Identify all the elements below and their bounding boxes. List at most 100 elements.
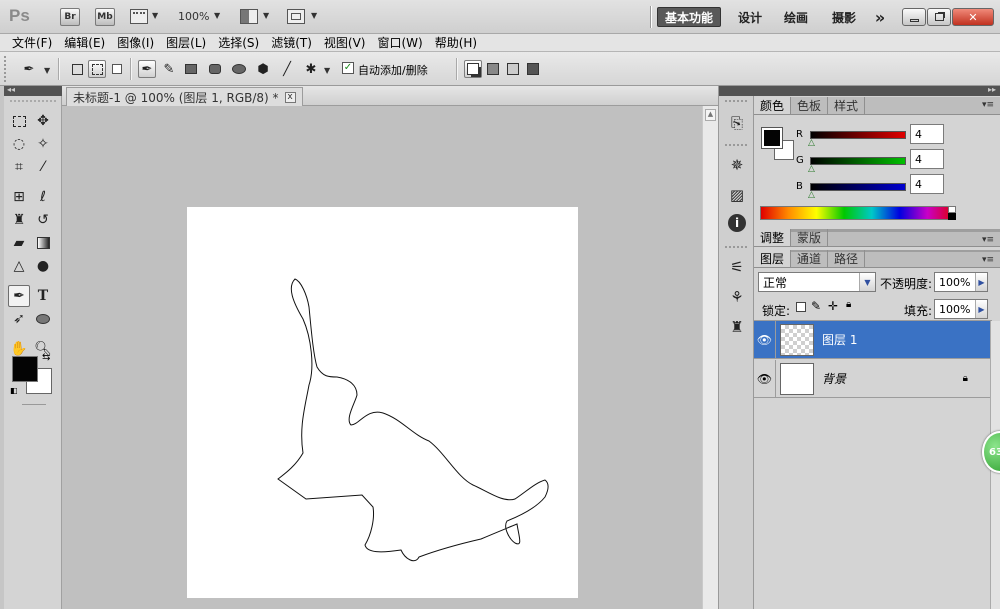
menu-edit[interactable]: 编辑(E) bbox=[64, 34, 105, 51]
slider-thumb-icon[interactable]: △ bbox=[808, 190, 815, 200]
arrange-documents-icon[interactable] bbox=[240, 9, 258, 24]
lock-position-icon[interactable]: ✛ bbox=[828, 299, 838, 313]
chevron-down-icon[interactable]: ▼ bbox=[214, 11, 220, 20]
intersect-paths-icon[interactable] bbox=[504, 60, 522, 78]
ellipse-tool-icon[interactable] bbox=[230, 60, 248, 78]
strip-header[interactable] bbox=[719, 86, 755, 96]
green-slider[interactable] bbox=[810, 157, 906, 165]
fill-field[interactable]: 100% ▶ bbox=[934, 299, 988, 319]
brush-tool-icon[interactable]: ℓ bbox=[32, 186, 54, 208]
more-workspaces-button[interactable]: » bbox=[870, 7, 890, 27]
clone-stamp-icon[interactable]: ♜ bbox=[8, 209, 30, 231]
grip-handle[interactable] bbox=[4, 56, 10, 82]
opacity-field[interactable]: 100% ▶ bbox=[934, 272, 988, 292]
pen-tool-preset-icon[interactable]: ✒ bbox=[20, 60, 38, 78]
grip-handle[interactable] bbox=[10, 100, 56, 106]
restore-button[interactable] bbox=[927, 8, 951, 26]
chevron-down-icon[interactable]: ▼ bbox=[311, 11, 317, 20]
eye-icon[interactable]: 👁︎ bbox=[754, 359, 776, 398]
type-tool-icon[interactable]: T bbox=[32, 285, 54, 307]
vertical-scrollbar[interactable]: ▲ bbox=[702, 106, 718, 609]
brush-panel-icon[interactable]: ⚘ bbox=[726, 286, 748, 308]
exclude-paths-icon[interactable] bbox=[524, 60, 542, 78]
combine-paths-icon[interactable] bbox=[464, 60, 482, 78]
menu-window[interactable]: 窗口(W) bbox=[377, 34, 422, 51]
chevron-down-icon[interactable]: ▼ bbox=[44, 66, 50, 75]
chevron-down-icon[interactable]: ▼ bbox=[859, 273, 875, 291]
close-tab-icon[interactable]: x bbox=[284, 91, 296, 103]
brush-presets-icon[interactable]: ⚟ bbox=[726, 256, 748, 278]
zoom-level[interactable]: 100% bbox=[178, 10, 209, 23]
red-value-field[interactable]: 4 bbox=[910, 124, 944, 144]
tools-header[interactable]: ◂◂ bbox=[4, 85, 62, 96]
color-spectrum-bar[interactable] bbox=[760, 206, 956, 220]
panel-menu-icon[interactable]: ▾≡ bbox=[982, 100, 994, 110]
grip-handle[interactable] bbox=[725, 144, 747, 146]
blend-mode-select[interactable]: 正常 ▼ bbox=[758, 272, 876, 292]
menu-filter[interactable]: 滤镜(T) bbox=[271, 34, 312, 51]
chevron-right-icon[interactable]: ▶ bbox=[975, 273, 987, 291]
marquee-tool-icon[interactable] bbox=[8, 110, 30, 132]
eraser-tool-icon[interactable]: ▰ bbox=[8, 232, 30, 254]
layer-row[interactable]: 👁︎ 背景 🔒︎ bbox=[754, 359, 990, 398]
scroll-up-icon[interactable]: ▲ bbox=[705, 109, 716, 121]
document-canvas[interactable] bbox=[187, 207, 578, 598]
subtract-paths-icon[interactable] bbox=[484, 60, 502, 78]
grip-handle[interactable] bbox=[725, 100, 747, 104]
ellipse-shape-icon[interactable] bbox=[32, 308, 54, 330]
slider-thumb-icon[interactable]: △ bbox=[808, 164, 815, 174]
foreground-color-swatch-front[interactable] bbox=[12, 356, 38, 382]
navigator-panel-icon[interactable]: ✵ bbox=[726, 154, 748, 176]
tab-paths[interactable]: 路径 bbox=[828, 250, 866, 267]
green-value-field[interactable]: 4 bbox=[910, 149, 944, 169]
lasso-tool-icon[interactable]: ◌ bbox=[8, 133, 30, 155]
mini-bridge-button[interactable]: Mb bbox=[95, 8, 115, 26]
tab-adjustments[interactable]: 调整 bbox=[754, 229, 792, 246]
panel-header[interactable]: ▸▸ bbox=[754, 85, 1000, 96]
swap-colors-icon[interactable]: ⇆ bbox=[42, 352, 50, 363]
black-swatch[interactable] bbox=[948, 213, 956, 220]
chevron-down-icon[interactable]: ▼ bbox=[263, 11, 269, 20]
gradient-tool-icon[interactable] bbox=[32, 232, 54, 254]
checkbox-check-icon[interactable]: ✓ bbox=[342, 62, 354, 74]
chevron-right-icon[interactable]: ▶ bbox=[975, 300, 987, 318]
white-swatch[interactable] bbox=[948, 206, 956, 213]
layer-name[interactable]: 背景 bbox=[822, 370, 846, 387]
layer-name[interactable]: 图层 1 bbox=[822, 331, 857, 348]
chevron-down-icon[interactable]: ▼ bbox=[152, 11, 158, 20]
tab-swatches[interactable]: 色板 bbox=[791, 97, 829, 114]
chevron-down-icon[interactable]: ▼ bbox=[324, 66, 330, 75]
view-extras-icon[interactable] bbox=[130, 9, 148, 24]
blue-slider[interactable] bbox=[810, 183, 906, 191]
menu-image[interactable]: 图像(I) bbox=[117, 34, 154, 51]
line-tool-icon[interactable]: ╱ bbox=[278, 60, 296, 78]
pen-tool-icon[interactable]: ✒ bbox=[8, 285, 30, 307]
crop-tool-icon[interactable]: ⌗ bbox=[8, 156, 30, 178]
slider-thumb-icon[interactable]: △ bbox=[808, 138, 815, 148]
lock-pixels-icon[interactable]: ✎ bbox=[811, 299, 821, 313]
blue-value-field[interactable]: 4 bbox=[910, 174, 944, 194]
rectangle-tool-icon[interactable] bbox=[182, 60, 200, 78]
workspace-design-button[interactable]: 设计 bbox=[732, 7, 768, 27]
tab-masks[interactable]: 蒙版 bbox=[791, 229, 829, 246]
custom-shape-icon[interactable]: ✱ bbox=[302, 60, 320, 78]
move-tool-icon[interactable]: ✥ bbox=[32, 110, 54, 132]
blur-tool-icon[interactable]: △ bbox=[8, 255, 30, 277]
menu-layer[interactable]: 图层(L) bbox=[166, 34, 206, 51]
tab-layers[interactable]: 图层 bbox=[754, 250, 792, 267]
freeform-pen-icon[interactable]: ✎ bbox=[160, 60, 178, 78]
magic-wand-icon[interactable]: ✧ bbox=[32, 133, 54, 155]
tab-channels[interactable]: 通道 bbox=[791, 250, 829, 267]
rounded-rectangle-icon[interactable] bbox=[206, 60, 224, 78]
history-panel-icon[interactable]: ⎘ bbox=[726, 112, 748, 134]
menu-help[interactable]: 帮助(H) bbox=[435, 34, 477, 51]
info-panel-icon[interactable]: i bbox=[728, 214, 746, 232]
dodge-tool-icon[interactable]: ● bbox=[32, 255, 54, 277]
minimize-button[interactable] bbox=[902, 8, 926, 26]
fill-pixels-icon[interactable] bbox=[108, 60, 126, 78]
shape-layers-icon[interactable] bbox=[68, 60, 86, 78]
close-button[interactable]: ✕ bbox=[952, 8, 994, 26]
bridge-button[interactable]: Br bbox=[60, 8, 80, 26]
lock-transparency-icon[interactable] bbox=[796, 302, 806, 312]
panel-menu-icon[interactable]: ▾≡ bbox=[982, 235, 994, 245]
